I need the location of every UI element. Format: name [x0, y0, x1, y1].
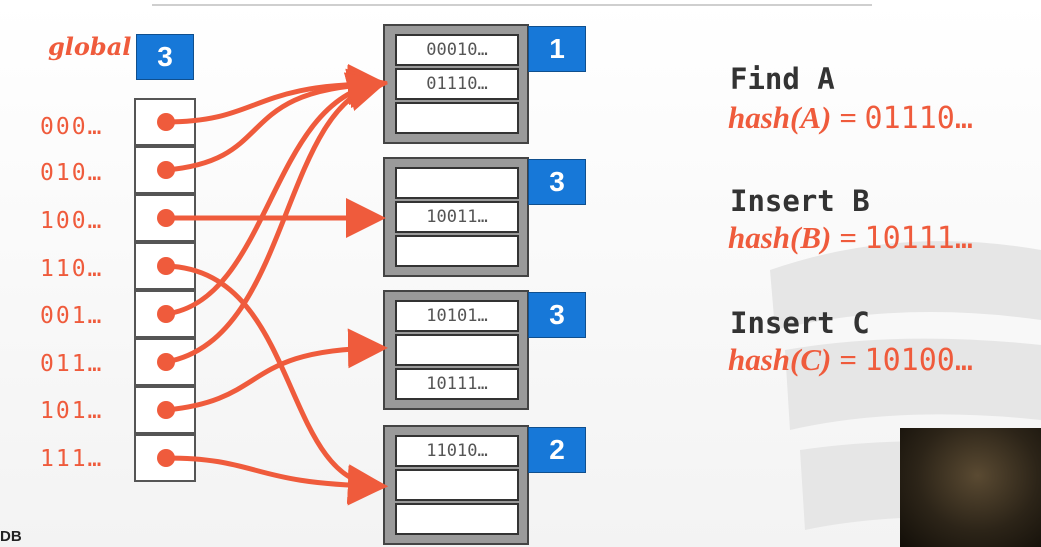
operation-hash: hash(B) = 10111…: [728, 220, 973, 256]
hash-value: 10111…: [864, 221, 973, 256]
footer-logo-text: DB: [0, 528, 22, 545]
pointer-dot: [157, 449, 175, 467]
pointer-dot: [157, 209, 175, 227]
pointer-dot: [157, 353, 175, 371]
pointer-dot: [157, 401, 175, 419]
webcam-overlay: [900, 428, 1041, 547]
pointer-dot: [157, 305, 175, 323]
pointer-dot: [157, 161, 175, 179]
operation-title: Insert B: [730, 184, 870, 218]
equals-sign: =: [831, 220, 865, 255]
hash-function: hash(B): [728, 220, 832, 255]
operation-title: Insert C: [730, 306, 870, 340]
pointer-arrow: [163, 263, 388, 505]
hash-function: hash(C): [728, 342, 832, 377]
pointer-dot: [157, 257, 175, 275]
hash-function: hash(A): [728, 100, 832, 135]
operation-hash: hash(A) = 01110…: [728, 100, 973, 136]
operation-title: Find A: [730, 62, 835, 96]
pointer-arrows: [157, 64, 388, 506]
hash-value: 10100…: [864, 343, 973, 378]
equals-sign: =: [831, 342, 865, 377]
hash-value: 01110…: [864, 101, 973, 136]
operation-hash: hash(C) = 10100…: [728, 342, 973, 378]
equals-sign: =: [831, 100, 865, 135]
pointer-arrow: [163, 328, 388, 413]
pointer-dot: [157, 113, 175, 131]
pointer-arrow: [163, 72, 388, 365]
